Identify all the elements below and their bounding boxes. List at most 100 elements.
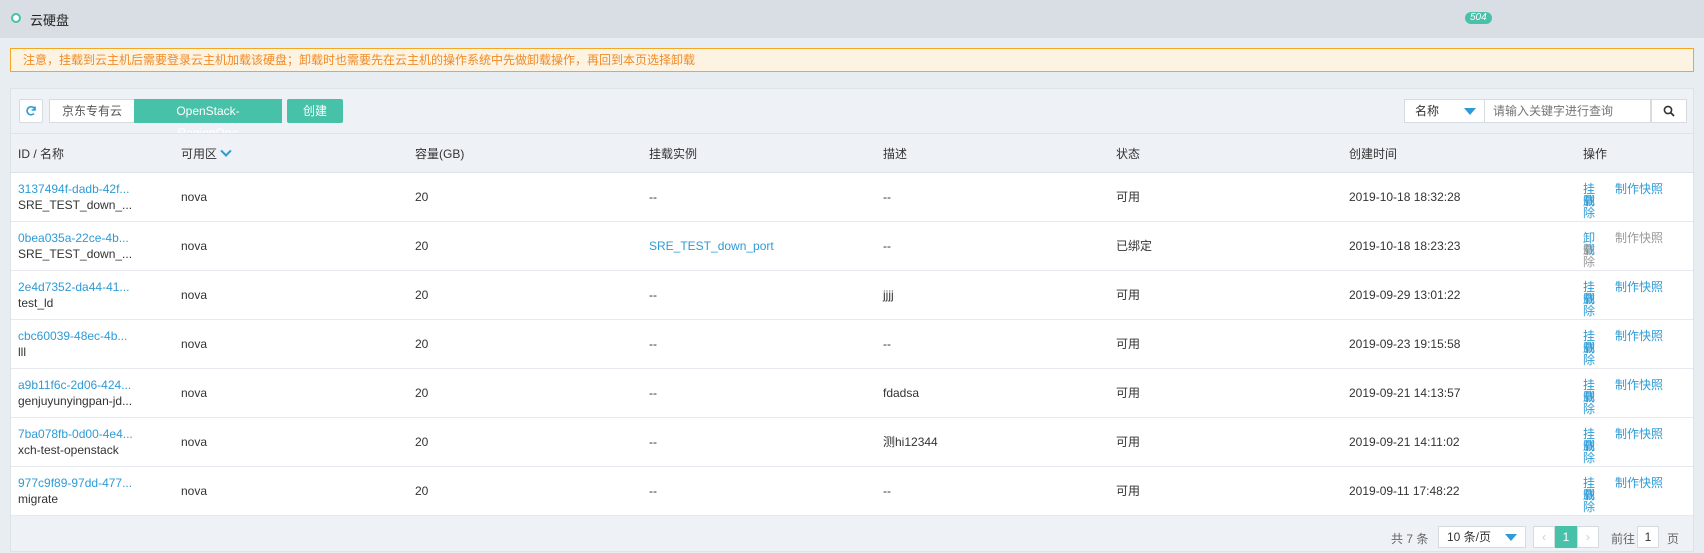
col-capacity: 容量(GB)	[415, 147, 465, 161]
tab-jd-private-cloud[interactable]: 京东专有云	[49, 99, 135, 123]
disk-id-link[interactable]: 977c9f89-97dd-477...	[18, 475, 132, 491]
cell-instance: --	[649, 484, 657, 498]
cell-instance: --	[649, 386, 657, 400]
snapshot-link[interactable]: 制作快照	[1615, 428, 1663, 440]
tab-openstack-regionone[interactable]: OpenStack-RegionOne	[134, 99, 282, 140]
snapshot-link[interactable]: 制作快照	[1615, 281, 1663, 293]
goto-page-input[interactable]: 1	[1637, 526, 1659, 548]
cell-zone: nova	[181, 435, 208, 449]
disk-id-link[interactable]: 3137494f-dadb-42f...	[18, 181, 132, 197]
disk-name: SRE_TEST_down_...	[18, 198, 133, 212]
delete-link[interactable]: 删除	[1583, 244, 1595, 268]
cell-desc: jjjj	[883, 288, 894, 302]
table-row: 977c9f89-97dd-477... migrate nova 20 -- -- 可用 2…	[11, 467, 1693, 516]
table-header: ID / 名称 可用区 容量(GB) 挂载实例 描述 状态 创建时间 操作	[11, 133, 1693, 173]
disk-name: migrate	[18, 492, 59, 506]
search-icon	[1663, 105, 1675, 117]
cell-id-name: cbc60039-48ec-4b... lll	[18, 320, 127, 369]
create-button[interactable]: 创建	[287, 99, 343, 123]
cell-capacity: 20	[415, 386, 429, 400]
cell-desc: --	[883, 239, 891, 253]
cell-id-name: 977c9f89-97dd-477... migrate	[18, 467, 132, 516]
search-button[interactable]	[1651, 99, 1687, 123]
cell-capacity: 20	[415, 484, 429, 498]
notice-banner: 注意，挂载到云主机后需要登录云主机加载该硬盘；卸载时也需要先在云主机的操作系统中…	[10, 48, 1694, 72]
disk-name: lll	[18, 345, 26, 359]
cell-zone: nova	[181, 190, 208, 204]
disk-table: ID / 名称 可用区 容量(GB) 挂载实例 描述 状态 创建时间 操作 31…	[11, 133, 1693, 516]
delete-link[interactable]: 删除	[1583, 342, 1595, 366]
cell-status: 可用	[1116, 484, 1141, 498]
cell-status: 可用	[1116, 190, 1141, 204]
snapshot-link[interactable]: 制作快照	[1615, 330, 1663, 342]
cell-capacity: 20	[415, 288, 429, 302]
page-unit-label: 页	[1667, 532, 1680, 546]
col-desc: 描述	[883, 147, 908, 161]
disk-id-link[interactable]: 2e4d7352-da44-41...	[18, 279, 129, 295]
delete-link[interactable]: 删除	[1583, 489, 1595, 513]
cell-status: 可用	[1116, 386, 1141, 400]
snapshot-link[interactable]: 制作快照	[1615, 232, 1663, 244]
cell-instance: --	[649, 337, 657, 351]
chevron-down-icon	[220, 145, 232, 157]
chevron-left-icon: ‹	[1542, 530, 1546, 544]
col-created: 创建时间	[1349, 147, 1398, 161]
cell-zone: nova	[181, 288, 208, 302]
delete-link[interactable]: 删除	[1583, 391, 1595, 415]
cell-capacity: 20	[415, 435, 429, 449]
cell-created: 2019-09-21 14:11:02	[1349, 435, 1460, 449]
search-field-label: 名称	[1415, 104, 1440, 118]
disk-name: xch-test-openstack	[18, 443, 119, 457]
snapshot-link[interactable]: 制作快照	[1615, 183, 1663, 195]
cell-created: 2019-10-18 18:32:28	[1349, 190, 1461, 204]
disk-id-link[interactable]: a9b11f6c-2d06-424...	[18, 377, 132, 393]
cell-desc: --	[883, 190, 891, 204]
cell-status: 可用	[1116, 337, 1141, 351]
next-page-button[interactable]: ›	[1577, 526, 1599, 548]
table-row: cbc60039-48ec-4b... lll nova 20 -- -- 可用 2019-0…	[11, 320, 1693, 369]
cell-capacity: 20	[415, 239, 429, 253]
disk-id-link[interactable]: cbc60039-48ec-4b...	[18, 328, 127, 344]
cell-zone: nova	[181, 337, 208, 351]
page-size-label: 10 条/页	[1447, 530, 1492, 544]
cell-instance[interactable]: SRE_TEST_down_port	[649, 222, 774, 271]
search-field-select[interactable]: 名称	[1404, 99, 1485, 123]
cell-created: 2019-10-18 18:23:23	[1349, 239, 1461, 253]
snapshot-link[interactable]: 制作快照	[1615, 477, 1663, 489]
cell-status: 可用	[1116, 435, 1141, 449]
col-zone[interactable]: 可用区	[181, 134, 232, 174]
delete-link[interactable]: 删除	[1583, 293, 1595, 317]
page-size-select[interactable]: 10 条/页	[1438, 526, 1526, 548]
prev-page-button[interactable]: ‹	[1533, 526, 1555, 548]
cell-created: 2019-09-29 13:01:22	[1349, 288, 1461, 302]
disk-name: SRE_TEST_down_...	[18, 247, 133, 261]
page-number-current[interactable]: 1	[1555, 526, 1577, 548]
table-row: 0bea035a-22ce-4b... SRE_TEST_down_... nova…	[11, 222, 1693, 271]
disk-id-link[interactable]: 7ba078fb-0d00-4e4...	[18, 426, 133, 442]
disk-panel: 京东专有云 OpenStack-RegionOne 创建 名称 ID / 名称 …	[10, 88, 1694, 552]
col-instance: 挂载实例	[649, 147, 698, 161]
pagination: 共 7 条 10 条/页 ‹ 1 › 前往 1 页	[11, 523, 1693, 553]
cell-zone: nova	[181, 484, 208, 498]
cell-id-name: 2e4d7352-da44-41... test_ld	[18, 271, 129, 320]
cell-id-name: 0bea035a-22ce-4b... SRE_TEST_down_...	[18, 222, 132, 271]
cell-created: 2019-09-23 19:15:58	[1349, 337, 1461, 351]
refresh-button[interactable]	[19, 99, 43, 123]
toolbar: 京东专有云 OpenStack-RegionOne 创建 名称	[11, 89, 1693, 140]
delete-link[interactable]: 删除	[1583, 195, 1595, 219]
cell-id-name: 7ba078fb-0d00-4e4... xch-test-openstack	[18, 418, 133, 467]
delete-link[interactable]: 删除	[1583, 440, 1595, 464]
cell-desc: --	[883, 337, 891, 351]
cell-capacity: 20	[415, 190, 429, 204]
search-input[interactable]	[1485, 99, 1651, 123]
snapshot-link[interactable]: 制作快照	[1615, 379, 1663, 391]
cell-status: 已绑定	[1116, 239, 1153, 253]
table-row: a9b11f6c-2d06-424... genjuyunyingpan-jd..…	[11, 369, 1693, 418]
col-id-name: ID / 名称	[18, 147, 65, 161]
caret-down-icon	[1464, 108, 1476, 115]
chevron-right-icon: ›	[1586, 530, 1590, 544]
goto-label: 前往	[1611, 532, 1636, 546]
disk-id-link[interactable]: 0bea035a-22ce-4b...	[18, 230, 132, 246]
cell-instance: --	[649, 288, 657, 302]
table-row: 3137494f-dadb-42f... SRE_TEST_down_... nov…	[11, 173, 1693, 222]
